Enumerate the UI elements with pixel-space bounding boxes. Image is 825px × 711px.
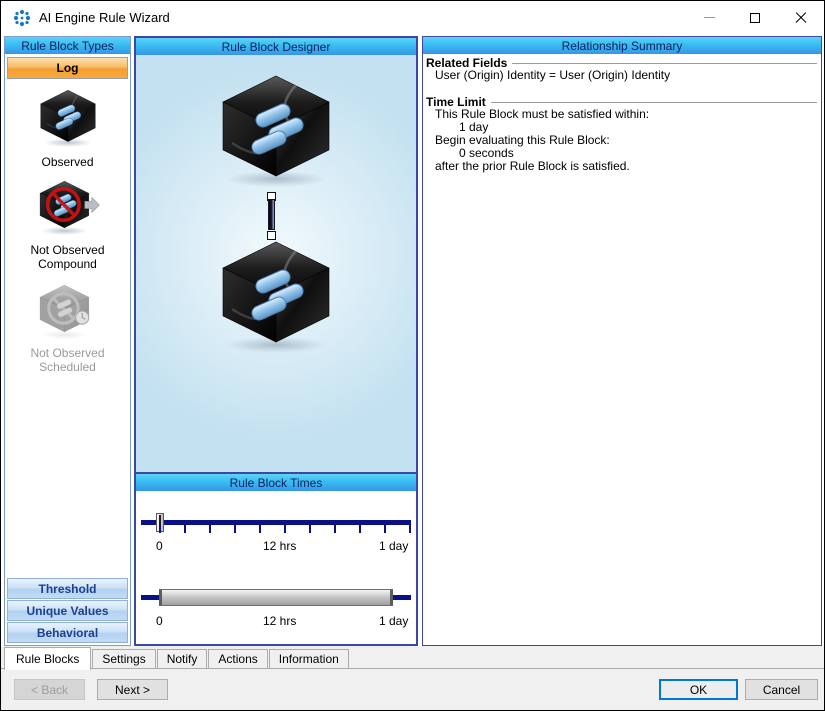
- heading-rule-line: [490, 102, 817, 104]
- ai-engine-rule-wizard-window: AI Engine Rule Wizard Rule Block Types L…: [0, 0, 825, 711]
- time-slider-1-ticks: [159, 525, 411, 533]
- next-button[interactable]: Next >: [97, 679, 168, 700]
- observed-label: Observed: [41, 155, 94, 169]
- minimize-button[interactable]: [686, 1, 732, 34]
- tab-notify[interactable]: Notify: [156, 649, 208, 668]
- slider2-label-1day: 1 day: [379, 614, 409, 628]
- title-bar: AI Engine Rule Wizard: [1, 1, 824, 34]
- maximize-icon: [750, 12, 760, 23]
- rule-block-cube-1[interactable]: [213, 71, 339, 189]
- not-observed-scheduled-cube-icon: [39, 284, 89, 339]
- rule-block-types-header: Rule Block Types: [5, 37, 130, 54]
- slider1-label-1day: 1 day: [379, 539, 409, 553]
- close-button[interactable]: [778, 1, 824, 34]
- wizard-bottom-area: Rule Blocks Settings Notify Actions Info…: [1, 646, 824, 710]
- back-button[interactable]: < Back: [14, 679, 85, 700]
- rule-block-times-area: 0 12 hrs 1 day 0 12 hrs 1 day: [136, 491, 416, 644]
- block-link-connector[interactable]: [265, 192, 279, 240]
- minimize-icon: [703, 17, 715, 18]
- observed-cube-icon[interactable]: [36, 87, 100, 149]
- tab-information[interactable]: Information: [268, 649, 349, 668]
- cancel-button[interactable]: Cancel: [745, 679, 818, 700]
- maximize-button[interactable]: [732, 1, 778, 34]
- rule-block-times-header: Rule Block Times: [136, 474, 416, 491]
- slider1-label-12hrs: 12 hrs: [263, 539, 297, 553]
- rule-block-designer-header: Rule Block Designer: [136, 38, 416, 55]
- time-slider-2-range-bar[interactable]: [159, 589, 393, 606]
- logrhythm-logo-icon: [13, 9, 31, 26]
- behavioral-category-button[interactable]: Behavioral: [7, 622, 128, 643]
- unique-values-category-button[interactable]: Unique Values: [7, 600, 128, 621]
- rule-block-cube-2[interactable]: [213, 237, 339, 355]
- relationship-summary-header: Relationship Summary: [423, 37, 821, 54]
- log-category-button[interactable]: Log: [7, 57, 128, 79]
- slider1-label-0: 0: [156, 539, 163, 553]
- time-limit-line-5: after the prior Rule Block is satisfied.: [435, 159, 630, 173]
- related-fields-value: User (Origin) Identity = User (Origin) I…: [435, 68, 671, 82]
- heading-rule-line: [512, 63, 817, 65]
- threshold-category-button[interactable]: Threshold: [7, 578, 128, 599]
- rule-block-types-panel: Rule Block Types Log Observed Not Observ…: [4, 36, 131, 646]
- not-observed-compound-label: Not Observed Compound: [30, 243, 105, 271]
- rule-block-designer-panel: Rule Block Designer Rule Block Times 0 1…: [134, 36, 418, 646]
- link-bar[interactable]: [268, 199, 275, 230]
- slider2-label-12hrs: 12 hrs: [263, 614, 297, 628]
- window-title: AI Engine Rule Wizard: [39, 10, 170, 25]
- close-icon: [795, 12, 807, 24]
- ok-button[interactable]: OK: [659, 679, 738, 700]
- wizard-tabstrip: Rule Blocks Settings Notify Actions Info…: [1, 647, 824, 670]
- designer-canvas[interactable]: [136, 55, 416, 474]
- slider2-label-0: 0: [156, 614, 163, 628]
- tab-actions[interactable]: Actions: [208, 649, 268, 668]
- relationship-summary-panel: Relationship Summary Related Fields User…: [422, 36, 822, 646]
- tab-settings[interactable]: Settings: [92, 649, 156, 668]
- not-observed-scheduled-label: Not Observed Scheduled: [30, 346, 105, 374]
- tab-rule-blocks[interactable]: Rule Blocks: [4, 647, 92, 670]
- not-observed-compound-cube-icon[interactable]: [35, 175, 101, 239]
